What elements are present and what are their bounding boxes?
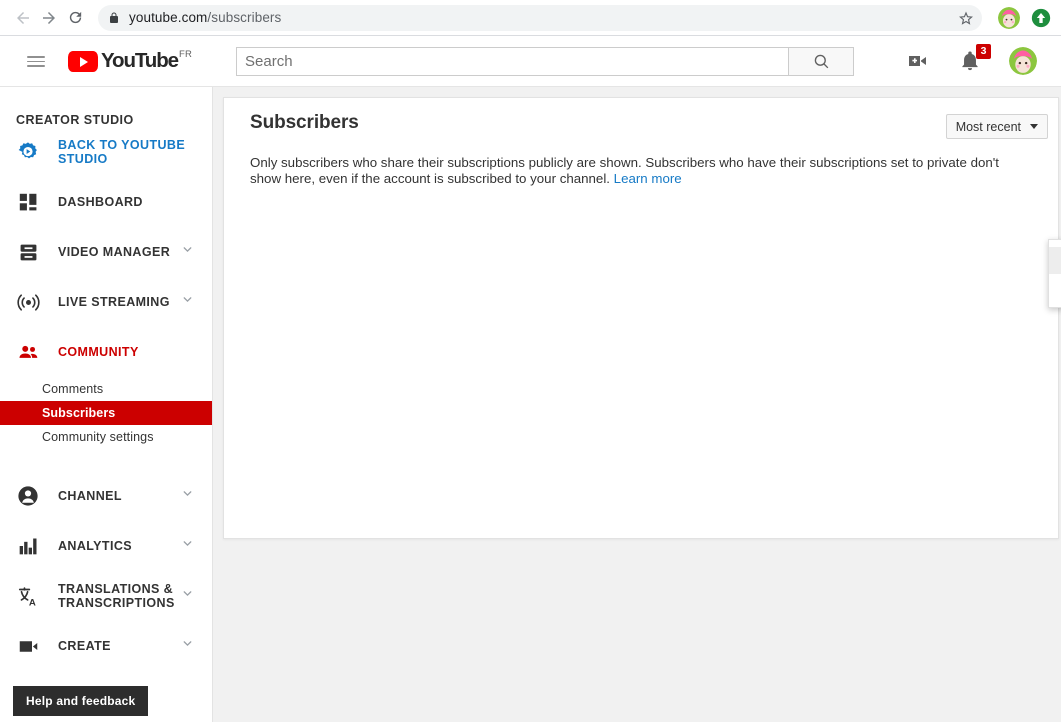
user-avatar[interactable]: [1009, 47, 1037, 75]
person-circle-icon: [16, 485, 40, 507]
reload-button[interactable]: [62, 5, 88, 31]
sidebar-item-dashboard[interactable]: DASHBOARD: [0, 177, 212, 227]
header-actions: 3: [905, 44, 1045, 75]
sidebar-item-label: LIVE STREAMING: [58, 295, 170, 309]
sidebar-item-label: ANALYTICS: [58, 539, 132, 553]
bar-chart-icon: [16, 536, 40, 556]
chevron-down-icon[interactable]: [181, 537, 194, 555]
translate-icon: A: [16, 586, 40, 607]
main-content: Subscribers Only subscribers who share t…: [213, 87, 1061, 722]
country-code: FR: [178, 49, 193, 60]
youtube-logo[interactable]: YouTube FR: [68, 49, 192, 73]
page-title: Subscribers: [250, 112, 359, 133]
page-body: CREATOR STUDIO BACK TO YOUTUBE STUDIO DA…: [0, 87, 1061, 722]
url-path: /subscribers: [207, 10, 282, 25]
url-text: youtube.com/subscribers: [129, 10, 281, 25]
sidebar-item-create[interactable]: CREATE: [0, 621, 212, 671]
sidebar-item-back-to-studio[interactable]: BACK TO YOUTUBE STUDIO: [0, 127, 212, 177]
update-arrow-icon[interactable]: [1030, 7, 1051, 28]
sidebar-item-live-streaming[interactable]: LIVE STREAMING: [0, 277, 212, 327]
address-bar[interactable]: youtube.com/subscribers: [98, 4, 982, 31]
lock-icon: [108, 11, 120, 25]
sort-option-most-recent[interactable]: Most recent: [1049, 247, 1061, 274]
chevron-down-icon[interactable]: [181, 637, 194, 655]
search-bar: [236, 46, 855, 76]
browser-toolbar: youtube.com/subscribers: [0, 0, 1061, 36]
url-domain: youtube.com: [129, 10, 208, 25]
hamburger-menu-icon[interactable]: [24, 49, 48, 73]
people-icon: [16, 341, 40, 364]
search-button[interactable]: [788, 46, 855, 76]
bookmark-star-icon[interactable]: [956, 8, 976, 28]
sidebar-item-label: BACK TO YOUTUBE STUDIO: [58, 138, 186, 166]
learn-more-link[interactable]: Learn more: [614, 171, 682, 186]
chevron-down-icon[interactable]: [181, 487, 194, 505]
chevron-down-icon[interactable]: [181, 587, 194, 605]
movie-camera-icon: [16, 636, 40, 657]
sidebar-item-community[interactable]: COMMUNITY: [0, 327, 212, 377]
play-button-icon: [68, 51, 98, 72]
sort-option-most-popular[interactable]: Most popular: [1049, 274, 1061, 301]
live-broadcast-icon: [16, 291, 40, 314]
help-and-feedback-button[interactable]: Help and feedback: [13, 686, 149, 716]
sidebar-item-label: COMMUNITY: [58, 345, 139, 359]
sidebar-item-analytics[interactable]: ANALYTICS: [0, 521, 212, 571]
sidebar-item-label: TRANSLATIONS & TRANSCRIPTIONS: [58, 582, 175, 610]
search-icon: [814, 54, 828, 68]
subscribers-card: Subscribers Only subscribers who share t…: [223, 97, 1059, 539]
sidebar-subitem-subscribers[interactable]: Subscribers: [0, 401, 212, 425]
video-manager-icon: [16, 243, 40, 262]
chevron-down-icon: [1030, 124, 1038, 129]
youtube-masthead: YouTube FR 3: [0, 36, 1061, 87]
sidebar: CREATOR STUDIO BACK TO YOUTUBE STUDIO DA…: [0, 87, 213, 722]
search-input[interactable]: [236, 46, 789, 76]
create-video-button[interactable]: [905, 48, 931, 74]
reload-icon: [69, 11, 81, 24]
sort-dropdown-menu: Most recent Most popular: [1048, 239, 1061, 308]
back-button[interactable]: [10, 5, 36, 31]
chevron-down-icon[interactable]: [181, 293, 194, 311]
forward-button[interactable]: [36, 5, 62, 31]
svg-text:A: A: [28, 597, 35, 607]
sidebar-item-channel[interactable]: CHANNEL: [0, 471, 212, 521]
notifications-button[interactable]: 3: [957, 44, 991, 74]
youtube-wordmark: YouTube: [101, 49, 179, 72]
notification-badge: 3: [976, 44, 991, 59]
video-camera-icon: [909, 56, 926, 66]
sidebar-title: CREATOR STUDIO: [16, 113, 134, 127]
back-arrow-icon: [17, 11, 29, 24]
sidebar-item-label: CHANNEL: [58, 489, 122, 503]
chevron-down-icon[interactable]: [181, 243, 194, 261]
chrome-profile-avatar[interactable]: [998, 6, 1020, 29]
sort-selected-label: Most recent: [955, 119, 1021, 134]
sidebar-item-video-manager[interactable]: VIDEO MANAGER: [0, 227, 212, 277]
dashboard-grid-icon: [16, 193, 40, 212]
sidebar-item-translations[interactable]: A TRANSLATIONS & TRANSCRIPTIONS: [0, 571, 212, 621]
gear-play-icon: [16, 141, 40, 163]
sidebar-subitem-comments[interactable]: Comments: [0, 377, 212, 401]
sidebar-item-label: DASHBOARD: [58, 195, 143, 209]
sidebar-subitem-community-settings[interactable]: Community settings: [0, 425, 212, 449]
sort-dropdown-button[interactable]: Most recent: [945, 114, 1048, 139]
sidebar-item-label: VIDEO MANAGER: [58, 245, 171, 259]
forward-arrow-icon: [43, 11, 55, 24]
page-description: Only subscribers who share their subscri…: [224, 134, 1039, 187]
sidebar-item-label: CREATE: [58, 639, 111, 653]
